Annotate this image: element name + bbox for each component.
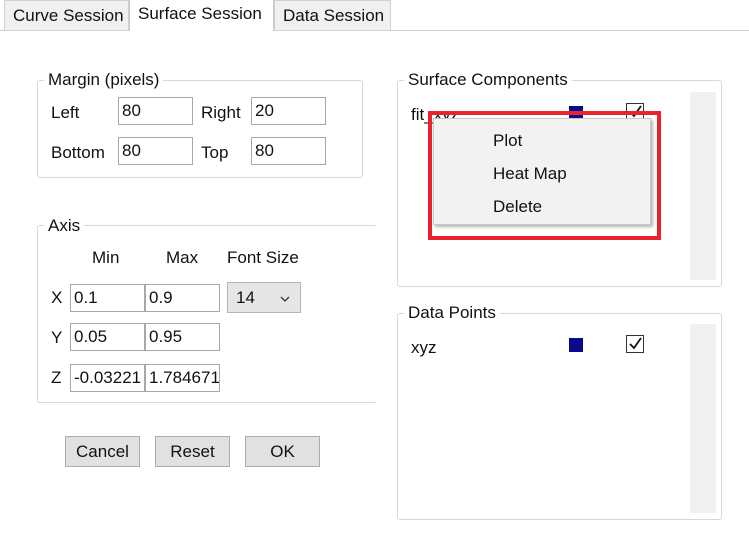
top-label: Top — [201, 143, 229, 162]
bottom-margin-input[interactable]: 80 — [118, 137, 193, 165]
color-swatch[interactable] — [569, 338, 583, 352]
visible-checkbox[interactable] — [626, 335, 644, 353]
max-column-header: Max — [166, 248, 199, 267]
font-size-column-header: Font Size — [227, 248, 299, 267]
reset-button[interactable]: Reset — [155, 436, 230, 467]
tab-label: Surface Session — [138, 4, 262, 23]
axis-group-title: Axis — [44, 216, 85, 236]
right-margin-input[interactable]: 20 — [251, 97, 326, 125]
z-axis-label: Z — [51, 368, 62, 387]
highlight-annotation — [428, 111, 661, 240]
margin-group-title: Margin (pixels) — [44, 70, 164, 90]
tab-label: Data Session — [283, 6, 385, 25]
min-column-header: Min — [92, 248, 120, 267]
bottom-label: Bottom — [51, 143, 105, 162]
x-axis-label: X — [51, 288, 63, 307]
ok-button[interactable]: OK — [245, 436, 320, 467]
font-size-select[interactable]: 14 — [227, 282, 301, 313]
z-max-input[interactable]: 1.784671 — [145, 364, 220, 392]
tab-curve-session[interactable]: Curve Session — [4, 0, 129, 30]
data-points-group — [397, 313, 722, 520]
tab-surface-session[interactable]: Surface Session — [129, 0, 274, 31]
y-max-input[interactable]: 0.95 — [145, 323, 220, 351]
list-item[interactable]: xyz — [411, 338, 437, 358]
right-label: Right — [201, 103, 241, 122]
font-size-value: 14 — [236, 288, 255, 307]
x-max-input[interactable]: 0.9 — [145, 284, 220, 312]
checkmark-icon — [629, 337, 642, 350]
cancel-button[interactable]: Cancel — [65, 436, 140, 467]
data-points-scrollbar[interactable] — [690, 324, 716, 513]
left-label: Left — [51, 103, 80, 122]
x-min-input[interactable]: 0.1 — [70, 284, 145, 312]
surface-components-scrollbar[interactable] — [690, 92, 716, 280]
chevron-down-icon — [280, 289, 290, 309]
surface-components-title: Surface Components — [404, 70, 572, 90]
left-margin-input[interactable]: 80 — [118, 97, 193, 125]
data-points-title: Data Points — [404, 303, 500, 323]
z-min-input[interactable]: -0.03221 — [70, 364, 145, 392]
tab-data-session[interactable]: Data Session — [274, 0, 391, 30]
y-axis-label: Y — [51, 328, 63, 347]
top-margin-input[interactable]: 80 — [251, 137, 326, 165]
tab-label: Curve Session — [13, 6, 124, 25]
y-min-input[interactable]: 0.05 — [70, 323, 145, 351]
